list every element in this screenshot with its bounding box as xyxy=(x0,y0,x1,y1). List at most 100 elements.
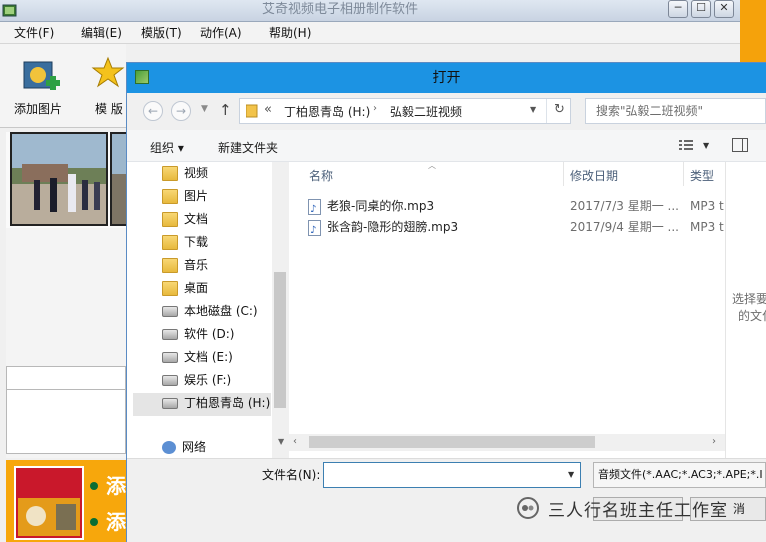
filename-dropdown-icon[interactable]: ▼ xyxy=(568,470,574,479)
background-window-edge xyxy=(740,0,766,62)
network-icon xyxy=(162,441,176,454)
nav-item[interactable]: 网络 xyxy=(152,436,206,459)
close-button[interactable]: ✕ xyxy=(714,0,734,18)
filename-input[interactable]: ▼ xyxy=(323,462,581,488)
file-type-filter[interactable]: 音频文件(*.AAC;*.AC3;*.APE;*.I xyxy=(593,462,766,488)
scroll-right-icon[interactable]: › xyxy=(712,436,716,447)
wechat-logo-icon xyxy=(517,497,539,519)
nav-item[interactable]: 丁柏恩青岛 (H:) xyxy=(152,392,270,415)
nav-item-label: 桌面 xyxy=(184,281,209,295)
breadcrumb-folder[interactable]: 弘毅二班视频 xyxy=(390,103,462,120)
nav-item-label: 音乐 xyxy=(184,258,209,272)
photo-thumbnail[interactable] xyxy=(110,132,126,226)
filename-label: 文件名(N): xyxy=(262,468,321,482)
search-input[interactable]: 搜索"弘毅二班视频" xyxy=(585,98,766,124)
address-bar[interactable]: « 丁柏恩青岛 (H:) › 弘毅二班视频 ▼ ↻ xyxy=(239,98,571,124)
forward-arrow-icon[interactable]: → xyxy=(171,101,191,121)
maximize-button[interactable]: ☐ xyxy=(691,0,711,18)
file-date: 2017/9/4 星期一 ... xyxy=(570,220,679,234)
drive-icon xyxy=(162,306,178,317)
nav-scrollbar-thumb[interactable] xyxy=(274,272,286,408)
file-type: MP3 ti xyxy=(690,199,724,213)
nav-item[interactable]: 文档 xyxy=(152,208,208,231)
nav-item[interactable]: 图片 xyxy=(152,185,208,208)
nav-item-label: 本地磁盘 (C:) xyxy=(184,304,258,318)
menu-file[interactable]: 文件(F) xyxy=(14,22,54,44)
bullet-icon xyxy=(90,518,98,526)
preview-hint: 的文化 xyxy=(738,309,766,323)
nav-item-label: 文档 xyxy=(184,212,209,226)
nav-item-label: 丁柏恩青岛 (H:) xyxy=(184,396,271,410)
minimize-button[interactable]: ─ xyxy=(668,0,688,18)
menu-action[interactable]: 动作(A) xyxy=(200,22,242,44)
nav-item[interactable]: 音乐 xyxy=(152,254,208,277)
column-separator[interactable] xyxy=(563,162,564,186)
back-arrow-icon[interactable]: ← xyxy=(143,101,163,121)
bullet-icon xyxy=(90,482,98,490)
nav-item[interactable]: 视频 xyxy=(152,162,208,185)
add-photo-label[interactable]: 添加图片 xyxy=(14,100,62,117)
preview-pane: 选择要 的文化 xyxy=(725,162,766,458)
scroll-left-icon[interactable]: ‹ xyxy=(293,436,297,447)
breadcrumb-separator-icon: › xyxy=(373,103,377,114)
file-row[interactable]: ♪ 张含韵-隐形的翅膀.mp3 xyxy=(308,217,458,238)
file-name: 老狼-同桌的你.mp3 xyxy=(327,199,435,213)
menu-edit[interactable]: 编辑(E) xyxy=(81,22,122,44)
up-arrow-icon[interactable]: ↑ xyxy=(219,101,232,119)
nav-item-label: 图片 xyxy=(184,189,209,203)
column-header-name[interactable]: 名称 xyxy=(309,166,333,186)
nav-item[interactable]: 文档 (E:) xyxy=(152,346,233,369)
scroll-down-icon[interactable]: ▼ xyxy=(278,437,284,446)
horizontal-scrollbar-thumb[interactable] xyxy=(309,436,595,448)
nav-item-label: 视频 xyxy=(184,166,209,180)
audio-file-icon: ♪ xyxy=(308,198,321,215)
nav-item[interactable]: 娱乐 (F:) xyxy=(152,369,231,392)
app-title: 艾奇视频电子相册制作软件 xyxy=(261,2,418,17)
recent-dropdown-icon[interactable]: ▼ xyxy=(201,104,208,114)
drive-icon xyxy=(162,329,178,340)
promo-product-box xyxy=(14,466,84,540)
nav-item-label: 软件 (D:) xyxy=(184,327,235,341)
drive-icon xyxy=(162,375,178,386)
template-label[interactable]: 模 版 xyxy=(95,100,123,117)
promo-text: 添 xyxy=(106,474,126,498)
column-header-type[interactable]: 类型 xyxy=(690,166,714,186)
organize-button[interactable]: 组织 ▾ xyxy=(150,139,184,156)
view-dropdown-icon[interactable]: ▼ xyxy=(703,141,709,150)
file-name: 张含韵-隐形的翅膀.mp3 xyxy=(327,220,459,234)
music-list-header xyxy=(6,366,126,390)
template-icon[interactable] xyxy=(90,54,126,96)
add-photo-icon[interactable] xyxy=(20,56,62,96)
menu-help[interactable]: 帮助(H) xyxy=(269,22,311,44)
folder-icon xyxy=(162,281,178,296)
folder-icon xyxy=(162,166,178,181)
new-folder-button[interactable]: 新建文件夹 xyxy=(218,139,278,156)
file-date: 2017/7/3 星期一 ... xyxy=(570,199,679,213)
photo-thumbnail[interactable] xyxy=(10,132,108,226)
refresh-icon[interactable]: ↻ xyxy=(554,102,565,117)
nav-item-label: 网络 xyxy=(182,440,207,454)
breadcrumb-drive[interactable]: 丁柏恩青岛 (H:) xyxy=(284,103,370,120)
address-divider xyxy=(546,99,547,123)
sort-indicator-icon: ︿ xyxy=(428,161,436,170)
column-separator[interactable] xyxy=(683,162,684,186)
preview-pane-icon[interactable] xyxy=(732,138,748,152)
file-row[interactable]: ♪ 老狼-同桌的你.mp3 xyxy=(308,196,434,217)
nav-item-label: 娱乐 (F:) xyxy=(184,373,232,387)
nav-item[interactable]: 桌面 xyxy=(152,277,208,300)
breadcrumb-overflow[interactable]: « xyxy=(264,102,272,117)
nav-item[interactable]: 下载 xyxy=(152,231,208,254)
watermark-text: 三人行名班主任工作室 xyxy=(548,501,728,521)
nav-item[interactable]: 本地磁盘 (C:) xyxy=(152,300,258,323)
address-dropdown-icon[interactable]: ▼ xyxy=(530,105,536,114)
music-list[interactable] xyxy=(6,390,126,454)
menu-template[interactable]: 模版(T) xyxy=(141,22,182,44)
promo-banner[interactable]: 添 添 xyxy=(6,460,126,542)
nav-item[interactable]: 软件 (D:) xyxy=(152,323,234,346)
preview-hint: 选择要 xyxy=(732,292,766,306)
drive-icon xyxy=(162,398,178,409)
file-type: MP3 ti xyxy=(690,220,724,234)
folder-icon xyxy=(162,235,178,250)
view-options-icon[interactable] xyxy=(678,138,694,152)
column-header-date[interactable]: 修改日期 xyxy=(570,166,618,186)
